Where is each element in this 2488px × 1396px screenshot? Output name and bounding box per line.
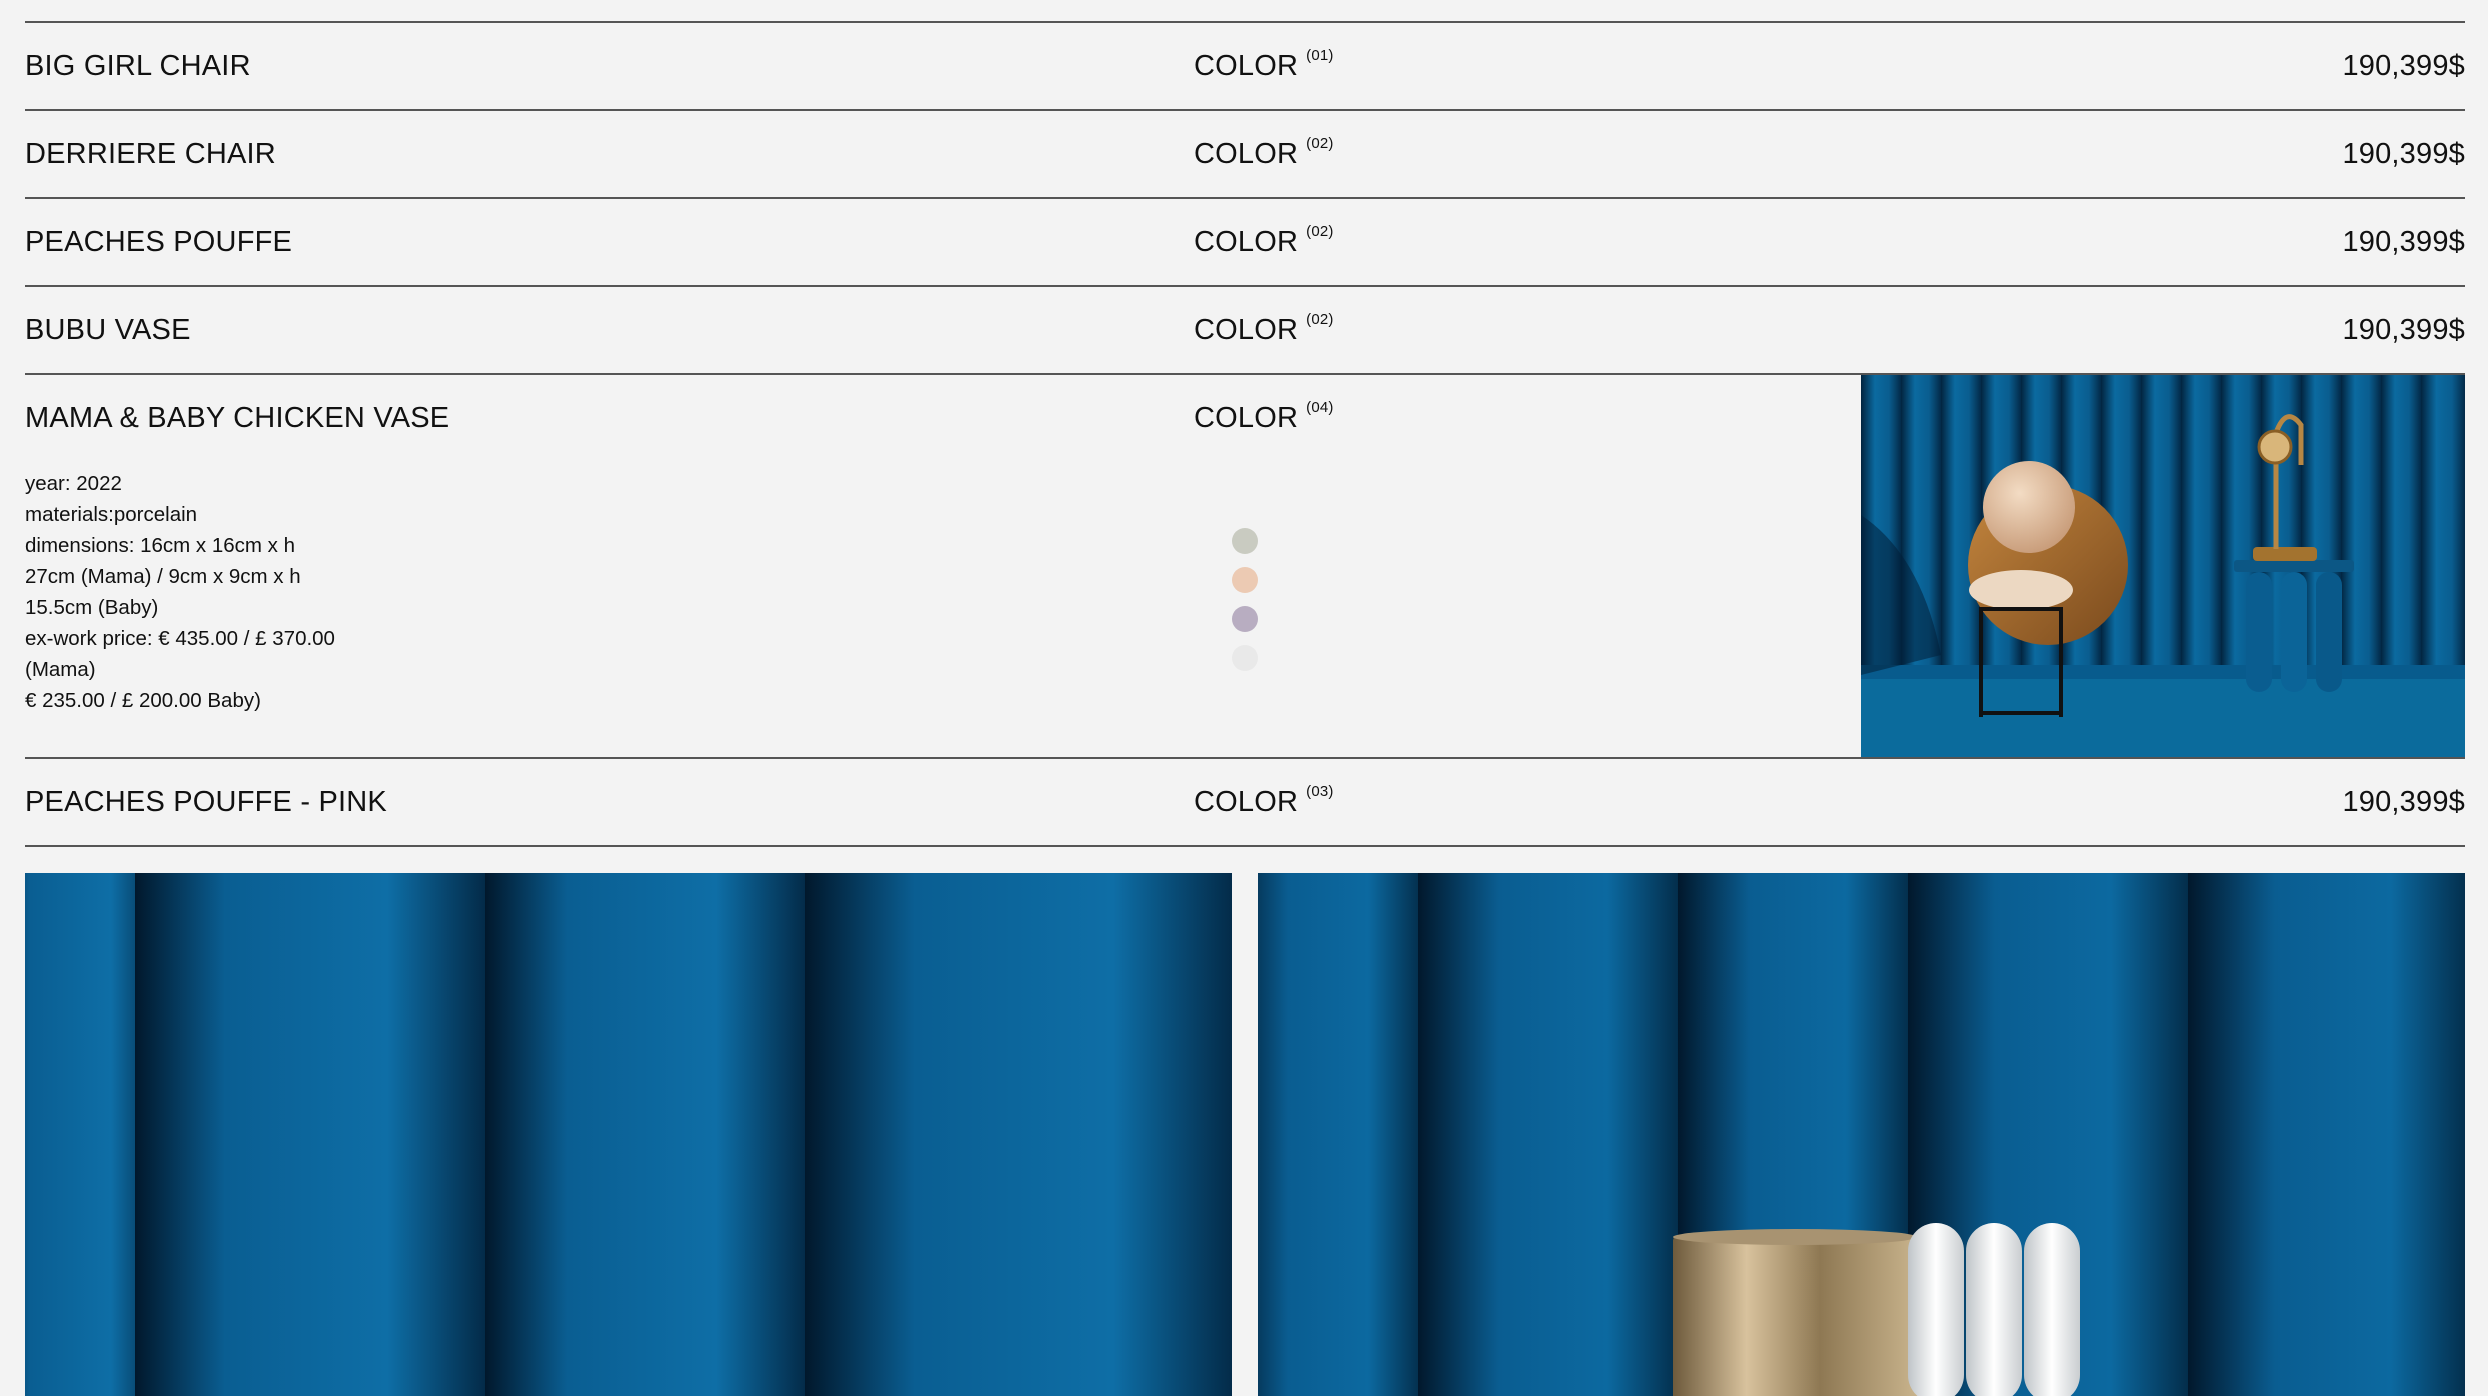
color-swatch-peach[interactable] bbox=[1232, 567, 1258, 593]
product-row-peaches-pouffe[interactable]: PEACHES POUFFE COLOR (02) 190,399$ bbox=[25, 199, 2465, 287]
product-details: year: 2022 materials:porcelain dimension… bbox=[25, 468, 335, 716]
detail-line: 15.5cm (Baby) bbox=[25, 596, 159, 619]
detail-line: € 235.00 / £ 200.00 Baby) bbox=[25, 689, 261, 712]
color-count: (01) bbox=[1306, 47, 1334, 65]
product-list-page: BIG GIRL CHAIR COLOR (01) 190,399$ DERRIE… bbox=[0, 0, 2488, 1396]
product-row-derriere-chair[interactable]: DERRIERE CHAIR COLOR (02) 190,399$ bbox=[25, 111, 2465, 199]
product-preview-image bbox=[1861, 375, 2465, 757]
color-swatch-white[interactable] bbox=[1232, 645, 1258, 671]
color-swatches bbox=[1232, 528, 1258, 684]
color-count: (02) bbox=[1306, 223, 1334, 241]
product-price: 190,399$ bbox=[2342, 138, 2465, 170]
detail-line: dimensions: 16cm x 16cm x h bbox=[25, 534, 296, 557]
product-price: 190,399$ bbox=[2342, 786, 2465, 818]
blue-room-chair-lamp-scene bbox=[1861, 375, 2465, 757]
product-row-big-girl-chair[interactable]: BIG GIRL CHAIR COLOR (01) 190,399$ bbox=[25, 23, 2465, 111]
product-row-mama-baby-chicken-vase-expanded[interactable]: MAMA & BABY CHICKEN VASE COLOR (04) year:… bbox=[25, 375, 2465, 759]
blue-curtain-closeup bbox=[25, 873, 1232, 1396]
product-name: BUBU VASE bbox=[25, 314, 191, 346]
product-list: BIG GIRL CHAIR COLOR (01) 190,399$ DERRIE… bbox=[25, 23, 2465, 847]
color-count: (02) bbox=[1306, 135, 1334, 153]
color-count: (04) bbox=[1306, 399, 1334, 417]
product-gallery bbox=[25, 873, 2465, 1396]
product-name: PEACHES POUFFE - PINK bbox=[25, 786, 387, 818]
color-count: (02) bbox=[1306, 311, 1334, 329]
color-label: COLOR (03) bbox=[1194, 783, 1334, 818]
product-price: 190,399$ bbox=[2342, 226, 2465, 258]
detail-line: materials:porcelain bbox=[25, 503, 198, 526]
color-swatch-sage[interactable] bbox=[1232, 528, 1258, 554]
color-label: COLOR (04) bbox=[1194, 399, 1334, 434]
detail-line: 27cm (Mama) / 9cm x 9cm x h bbox=[25, 565, 301, 588]
product-name: MAMA & BABY CHICKEN VASE bbox=[25, 402, 450, 434]
product-name: DERRIERE CHAIR bbox=[25, 138, 276, 170]
detail-line: ex-work price: € 435.00 / £ 370.00 bbox=[25, 627, 335, 650]
product-row-peaches-pouffe-pink[interactable]: PEACHES POUFFE - PINK COLOR (03) 190,399$ bbox=[25, 759, 2465, 847]
product-price: 190,399$ bbox=[2342, 314, 2465, 346]
metal-and-marble-vases-scene bbox=[1258, 873, 2465, 1396]
color-label: COLOR (02) bbox=[1194, 223, 1334, 258]
gallery-image-curtains[interactable] bbox=[25, 873, 1232, 1396]
product-row-bubu-vase[interactable]: BUBU VASE COLOR (02) 190,399$ bbox=[25, 287, 2465, 375]
color-label: COLOR (02) bbox=[1194, 135, 1334, 170]
product-price: 190,399$ bbox=[2342, 50, 2465, 82]
detail-line: year: 2022 bbox=[25, 472, 122, 495]
color-label: COLOR (02) bbox=[1194, 311, 1334, 346]
color-count: (03) bbox=[1306, 783, 1334, 801]
color-swatch-lilac[interactable] bbox=[1232, 606, 1258, 632]
product-name: PEACHES POUFFE bbox=[25, 226, 293, 258]
gallery-image-vase-on-blue[interactable] bbox=[1258, 873, 2465, 1396]
product-name: BIG GIRL CHAIR bbox=[25, 50, 251, 82]
detail-line: (Mama) bbox=[25, 658, 96, 681]
color-label: COLOR (01) bbox=[1194, 47, 1334, 82]
